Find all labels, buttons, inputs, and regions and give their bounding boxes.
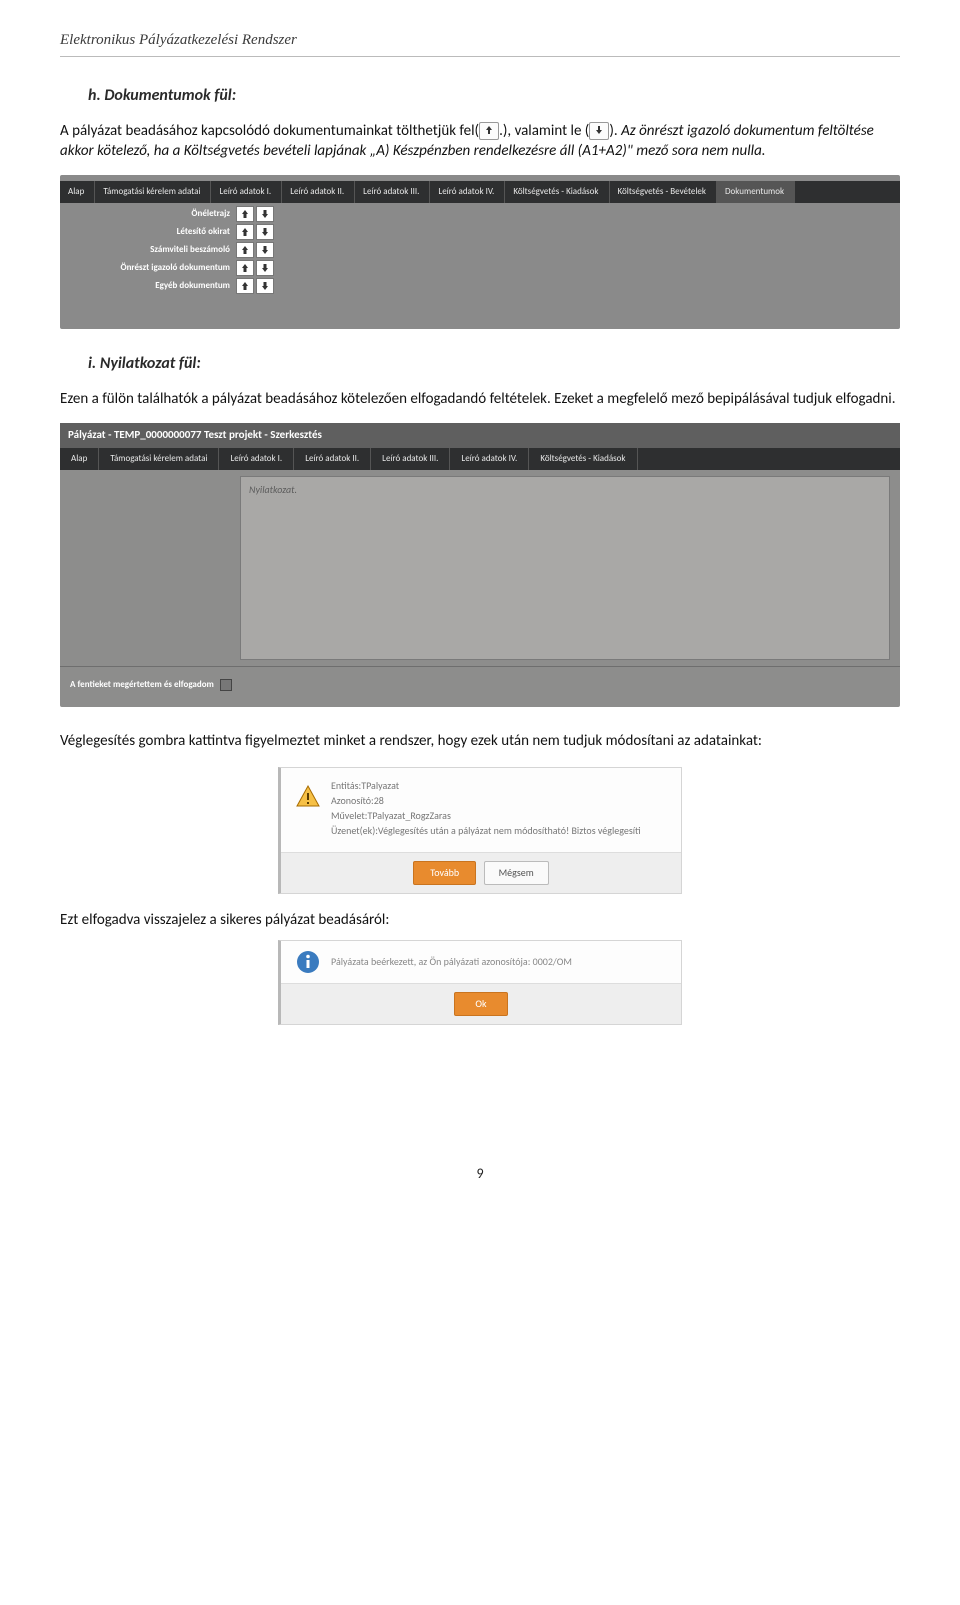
info-icon xyxy=(295,949,321,975)
documents-body: Önéletrajz Létesítő okirat Számviteli be… xyxy=(60,203,900,295)
tab-bevetelek[interactable]: Költségvetés - Bevételek xyxy=(610,181,718,203)
header-rule xyxy=(60,56,900,57)
cancel-button[interactable]: Mégsem xyxy=(484,861,549,885)
para-after-dialog1: Ezt elfogadva visszajelez a sikeres pály… xyxy=(60,910,900,930)
tab-leiro4[interactable]: Leíró adatok IV. xyxy=(430,181,505,203)
upload-button[interactable] xyxy=(236,224,254,240)
tab-alap[interactable]: Alap xyxy=(60,448,99,470)
download-icon xyxy=(589,122,609,140)
tab-alap[interactable]: Alap xyxy=(60,181,95,203)
accept-label: A fentieket megértettem és elfogadom xyxy=(70,679,214,691)
para-after-shot2: Véglegesítés gombra kattintva figyelmezt… xyxy=(60,731,900,751)
doc-row: Egyéb dokumentum xyxy=(60,277,900,295)
section-h-para1b: .), valamint le ( xyxy=(499,122,589,140)
tab-kiadasok[interactable]: Költségvetés - Kiadások xyxy=(529,448,637,470)
section-h-para1: A pályázat beadásához kapcsolódó dokumen… xyxy=(60,121,900,162)
declaration-textarea[interactable]: Nyilatkozat. xyxy=(240,476,890,660)
doc-label: Önéletrajz xyxy=(60,208,236,220)
document-title: Elektronikus Pályázatkezelési Rendszer xyxy=(60,30,900,50)
accept-checkbox[interactable] xyxy=(220,679,232,691)
dialog-line: Művelet:TPalyazat_RogzZaras xyxy=(331,808,641,823)
window-title: Pályázat - TEMP_0000000077 Teszt projekt… xyxy=(60,423,900,448)
download-button[interactable] xyxy=(256,278,274,294)
doc-label: Önrészt igazoló dokumentum xyxy=(60,262,236,274)
section-i-title: i. Nyilatkozat fül: xyxy=(88,353,900,375)
documents-screenshot: Alap Támogatási kérelem adatai Leíró ada… xyxy=(60,175,900,329)
documents-tabs: Alap Támogatási kérelem adatai Leíró ada… xyxy=(60,181,900,203)
declaration-tabs: Alap Támogatási kérelem adatai Leíró ada… xyxy=(60,448,900,470)
section-i-para: Ezen a fülön találhatók a pályázat beadá… xyxy=(60,389,900,409)
tab-leiro3[interactable]: Leíró adatok III. xyxy=(355,181,430,203)
upload-icon xyxy=(479,122,499,140)
download-button[interactable] xyxy=(256,206,274,222)
download-button[interactable] xyxy=(256,242,274,258)
tab-leiro2[interactable]: Leíró adatok II. xyxy=(294,448,371,470)
warning-icon xyxy=(295,784,321,810)
upload-button[interactable] xyxy=(236,260,254,276)
tab-dokumentumok[interactable]: Dokumentumok xyxy=(717,181,795,203)
section-h-para1a: A pályázat beadásához kapcsolódó dokumen… xyxy=(60,122,479,140)
ok-button[interactable]: Ok xyxy=(454,992,507,1016)
doc-label: Létesítő okirat xyxy=(60,226,236,238)
upload-button[interactable] xyxy=(236,242,254,258)
doc-row: Önéletrajz xyxy=(60,205,900,223)
tab-tamogatasi[interactable]: Támogatási kérelem adatai xyxy=(95,181,211,203)
download-button[interactable] xyxy=(256,224,274,240)
tab-leiro4[interactable]: Leíró adatok IV. xyxy=(450,448,529,470)
upload-button[interactable] xyxy=(236,278,254,294)
confirm-dialog: Entitás:TPalyazat Azonosító:28 Művelet:T… xyxy=(278,767,682,894)
success-dialog: Pályázata beérkezett, az Ön pályázati az… xyxy=(278,940,682,1025)
doc-label: Számviteli beszámoló xyxy=(60,244,236,256)
confirm-dialog-text: Entitás:TPalyazat Azonosító:28 Művelet:T… xyxy=(331,778,641,838)
section-h-title: h. Dokumentumok fül: xyxy=(88,85,900,107)
declaration-screenshot: Pályázat - TEMP_0000000077 Teszt projekt… xyxy=(60,423,900,707)
tab-leiro2[interactable]: Leíró adatok II. xyxy=(282,181,355,203)
tab-leiro1[interactable]: Leíró adatok I. xyxy=(219,448,294,470)
tab-tamogatasi[interactable]: Támogatási kérelem adatai xyxy=(99,448,219,470)
accept-row: A fentieket megértettem és elfogadom xyxy=(60,666,900,701)
continue-button[interactable]: Tovább xyxy=(413,861,476,885)
tab-leiro3[interactable]: Leíró adatok III. xyxy=(371,448,450,470)
doc-row: Létesítő okirat xyxy=(60,223,900,241)
doc-row: Számviteli beszámoló xyxy=(60,241,900,259)
dialog-line: Azonosító:28 xyxy=(331,793,641,808)
success-dialog-text: Pályázata beérkezett, az Ön pályázati az… xyxy=(331,955,572,969)
tab-kiadasok[interactable]: Költségvetés - Kiadások xyxy=(505,181,609,203)
doc-row: Önrészt igazoló dokumentum xyxy=(60,259,900,277)
download-button[interactable] xyxy=(256,260,274,276)
page-number: 9 xyxy=(60,1165,900,1184)
section-h-para1c: ). xyxy=(609,122,617,140)
dialog-line: Entitás:TPalyazat xyxy=(331,778,641,793)
dialog-line: Üzenet(ek):Véglegesítés után a pályázat … xyxy=(331,823,641,838)
doc-label: Egyéb dokumentum xyxy=(60,280,236,292)
tab-leiro1[interactable]: Leíró adatok I. xyxy=(211,181,282,203)
upload-button[interactable] xyxy=(236,206,254,222)
